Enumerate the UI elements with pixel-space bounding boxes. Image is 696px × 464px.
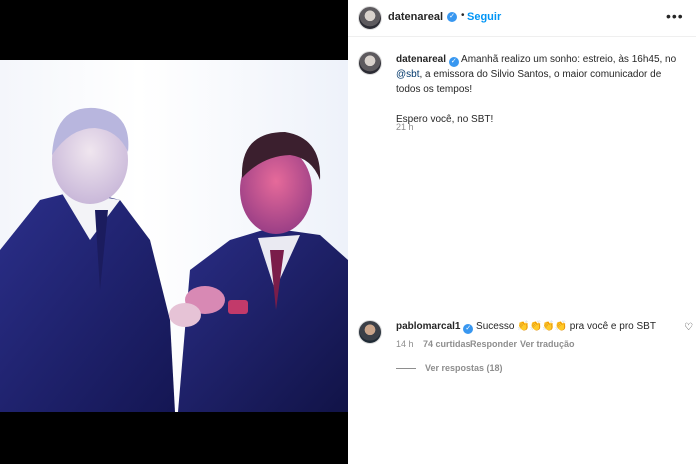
translate-button[interactable]: Ver tradução (520, 339, 575, 349)
separator-dot: • (461, 10, 465, 21)
more-options-icon[interactable]: ••• (666, 8, 684, 24)
reply-button[interactable]: Responder (470, 339, 517, 349)
caption-first-paragraph: datenareal ✓ Amanhã realizo um sonho: es… (396, 52, 686, 97)
commenter-avatar[interactable] (358, 320, 382, 344)
comment-time[interactable]: 14 h (396, 339, 414, 349)
caption-time[interactable]: 21 h (396, 122, 414, 132)
follow-button[interactable]: Seguir (467, 11, 501, 23)
replies-divider (396, 368, 416, 369)
author-avatar[interactable] (358, 6, 382, 30)
comment-text: Sucesso (476, 321, 515, 332)
caption-avatar[interactable] (358, 51, 382, 75)
verified-badge-icon: ✓ (447, 12, 457, 22)
post-header: datenareal ✓ • Seguir ••• (348, 0, 696, 37)
clapping-hands-emoji: 👏👏👏👏 (517, 321, 567, 332)
commenter-username[interactable]: pablomarcal1 (396, 321, 460, 332)
post-caption: datenareal ✓ Amanhã realizo um sonho: es… (396, 52, 686, 127)
caption-verified-badge-icon: ✓ (448, 57, 459, 67)
heart-icon[interactable]: ♡ (684, 322, 693, 333)
caption-mention-sbt[interactable]: @sbt (396, 69, 420, 80)
caption-username[interactable]: datenareal (396, 54, 446, 65)
comment-likes[interactable]: 74 curtidas (423, 339, 471, 349)
post-photo[interactable] (0, 60, 348, 412)
photo-illustration (0, 107, 348, 412)
caption-second-paragraph: Espero você, no SBT! (396, 114, 494, 125)
caption-text-rest: , a emissora do Silvio Santos, o maior c… (396, 69, 662, 95)
caption-text: Amanhã realizo um sonho: estreio, às 16h… (461, 54, 677, 65)
author-username[interactable]: datenareal (388, 11, 443, 23)
post-media-pane (0, 0, 348, 464)
view-replies-button[interactable]: Ver respostas (18) (425, 363, 503, 373)
comment-body: pablomarcal1 ✓ Sucesso 👏👏👏👏 pra você e p… (396, 320, 676, 334)
comment-text-after: pra você e pro SBT (569, 321, 656, 332)
commenter-verified-badge-icon: ✓ (463, 324, 474, 334)
post-sidebar: datenareal ✓ • Seguir ••• datenareal ✓ A… (348, 0, 696, 464)
